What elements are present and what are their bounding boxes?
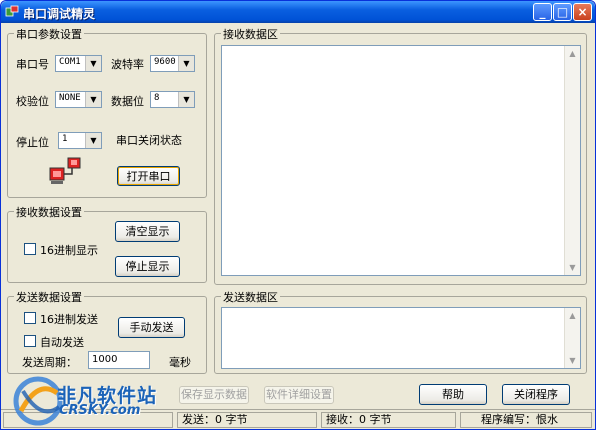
port-settings-legend: 串口参数设置 xyxy=(14,26,84,42)
baud-select[interactable]: 9600 ▼ xyxy=(150,55,195,72)
scroll-up-icon[interactable]: ▲ xyxy=(565,308,580,323)
send-settings-group: 发送数据设置 16进制发送 自动发送 手动发送 发送周期： 1000 毫秒 xyxy=(7,289,207,374)
hex-display-label: 16进制显示 xyxy=(40,244,98,257)
receive-settings-legend: 接收数据设置 xyxy=(14,204,84,220)
receive-settings-group: 接收数据设置 16进制显示 清空显示 停止显示 xyxy=(7,204,207,283)
scroll-up-icon[interactable]: ▲ xyxy=(565,46,580,61)
port-status-text: 串口关闭状态 xyxy=(116,134,182,147)
hex-display-checkbox[interactable] xyxy=(24,243,36,255)
databits-select[interactable]: 8 ▼ xyxy=(150,91,195,108)
chevron-down-icon[interactable]: ▼ xyxy=(178,92,194,107)
baud-label: 波特率 xyxy=(111,58,144,71)
stop-display-button[interactable]: 停止显示 xyxy=(115,256,180,277)
send-settings-legend: 发送数据设置 xyxy=(14,289,84,305)
app-icon xyxy=(5,5,19,17)
chevron-down-icon[interactable]: ▼ xyxy=(85,56,101,71)
software-settings-button[interactable]: 软件详细设置 xyxy=(264,386,334,404)
send-scrollbar[interactable]: ▲ ▼ xyxy=(564,308,580,368)
port-select[interactable]: COM1 ▼ xyxy=(55,55,102,72)
hex-send-label: 16进制发送 xyxy=(40,313,98,326)
chevron-down-icon[interactable]: ▼ xyxy=(85,133,101,148)
scroll-down-icon[interactable]: ▼ xyxy=(565,353,580,368)
chevron-down-icon[interactable]: ▼ xyxy=(178,56,194,71)
stopbits-label: 停止位 xyxy=(16,136,49,149)
parity-select[interactable]: NONE ▼ xyxy=(55,91,102,108)
watermark-subtitle: CRSKY.com xyxy=(59,403,141,418)
send-period-unit: 毫秒 xyxy=(169,356,191,369)
manual-send-button[interactable]: 手动发送 xyxy=(118,317,185,338)
watermark-logo: 非凡软件站 CRSKY.com xyxy=(1,371,201,429)
databits-label: 数据位 xyxy=(111,95,144,108)
hex-send-checkbox[interactable] xyxy=(24,312,36,324)
auto-send-label: 自动发送 xyxy=(40,336,84,349)
maximize-icon[interactable]: □ xyxy=(553,3,572,21)
port-label: 串口号 xyxy=(16,58,49,71)
receive-scrollbar[interactable]: ▲ ▼ xyxy=(564,46,580,275)
send-period-input[interactable]: 1000 xyxy=(88,351,150,369)
status-author: 程序编写：恨水 xyxy=(460,412,592,428)
receive-area-legend: 接收数据区 xyxy=(221,26,280,42)
serial-port-icon xyxy=(49,157,81,184)
status-receive-count: 接收：0 字节 xyxy=(321,412,456,428)
window-title: 串口调试精灵 xyxy=(23,7,96,21)
auto-send-checkbox[interactable] xyxy=(24,335,36,347)
chevron-down-icon[interactable]: ▼ xyxy=(85,92,101,107)
minimize-icon[interactable]: _ xyxy=(533,3,552,21)
help-button[interactable]: 帮助 xyxy=(419,384,487,405)
stopbits-select[interactable]: 1 ▼ xyxy=(58,132,102,149)
close-program-button[interactable]: 关闭程序 xyxy=(502,384,570,405)
clear-display-button[interactable]: 清空显示 xyxy=(115,221,180,242)
receive-area-group: 接收数据区 ▲ ▼ xyxy=(214,26,587,285)
send-period-label: 发送周期： xyxy=(22,356,77,369)
send-area-group: 发送数据区 ▲ ▼ xyxy=(214,289,587,374)
scroll-down-icon[interactable]: ▼ xyxy=(565,260,580,275)
close-icon[interactable]: × xyxy=(573,3,592,21)
port-settings-group: 串口参数设置 串口号 COM1 ▼ 波特率 9600 ▼ 校验位 NONE ▼ … xyxy=(7,26,207,198)
send-textarea[interactable]: ▲ ▼ xyxy=(221,307,581,369)
receive-textarea[interactable]: ▲ ▼ xyxy=(221,45,581,276)
title-bar[interactable]: 串口调试精灵 _ □ × xyxy=(1,1,595,23)
send-area-legend: 发送数据区 xyxy=(221,289,280,305)
open-port-button[interactable]: 打开串口 xyxy=(117,166,180,186)
app-window: 串口调试精灵 _ □ × 串口参数设置 串口号 COM1 ▼ 波特率 9600 … xyxy=(0,0,596,430)
parity-label: 校验位 xyxy=(16,95,49,108)
